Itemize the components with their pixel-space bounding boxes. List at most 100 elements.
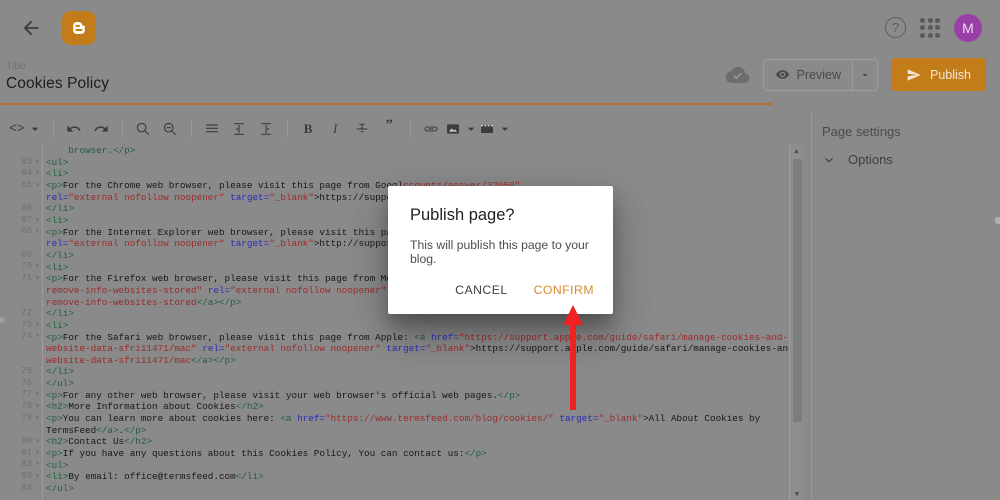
fold-toggle-icon[interactable]: ▾ bbox=[35, 459, 40, 471]
italic-button[interactable]: I bbox=[322, 115, 349, 142]
strikethrough-button[interactable] bbox=[349, 115, 376, 142]
fold-toggle-icon[interactable]: ▾ bbox=[35, 389, 40, 401]
line-number: 78 ▾ bbox=[21, 401, 40, 413]
line-number: 82 ▾ bbox=[21, 459, 40, 471]
dialog-message: This will publish this page to your blog… bbox=[410, 238, 589, 266]
dialog-actions: CANCEL CONFIRM bbox=[444, 274, 605, 306]
blogger-logo[interactable] bbox=[62, 10, 96, 45]
zoom-out-icon bbox=[163, 122, 177, 135]
back-button[interactable] bbox=[14, 11, 48, 45]
zoom-in-icon bbox=[136, 122, 150, 135]
fold-toggle-icon[interactable]: ▾ bbox=[35, 180, 40, 192]
image-icon bbox=[446, 123, 459, 134]
strikethrough-icon bbox=[356, 123, 368, 132]
cancel-button[interactable]: CANCEL bbox=[444, 274, 518, 306]
line-number bbox=[0, 192, 42, 204]
fold-toggle-icon[interactable]: ▾ bbox=[35, 401, 40, 413]
line-number: 73 ▾ bbox=[21, 319, 40, 332]
line-number: 64 ▾ bbox=[21, 168, 40, 180]
sidebar-resize-handle[interactable] bbox=[995, 217, 1000, 224]
line-number bbox=[0, 285, 42, 297]
fold-toggle-icon[interactable]: ▾ bbox=[35, 471, 40, 483]
title-label: Title bbox=[6, 60, 26, 72]
fold-toggle-icon[interactable]: ▾ bbox=[35, 261, 40, 273]
page-settings-sidebar: Page settings Options bbox=[811, 114, 1000, 500]
code-line: <li> bbox=[46, 168, 69, 180]
preview-button[interactable]: Preview bbox=[764, 60, 852, 90]
line-number: 68 ▾ bbox=[21, 226, 40, 238]
line-number: 84 bbox=[21, 482, 32, 493]
link-icon bbox=[424, 125, 438, 132]
page-settings-title: Page settings bbox=[822, 124, 901, 139]
fold-toggle-icon[interactable]: ▾ bbox=[35, 436, 40, 448]
fold-toggle-icon[interactable]: ▾ bbox=[35, 320, 40, 332]
fold-toggle-icon[interactable]: ▾ bbox=[35, 168, 40, 180]
video-button[interactable] bbox=[479, 115, 513, 142]
code-line: <ul> bbox=[46, 459, 69, 471]
fold-toggle-icon[interactable]: ▾ bbox=[35, 273, 40, 285]
chevron-down-icon bbox=[467, 127, 474, 131]
undo-icon bbox=[67, 125, 81, 132]
scrollbar-thumb[interactable] bbox=[793, 159, 802, 422]
align-button[interactable] bbox=[199, 115, 226, 142]
editor-vertical-scrollbar[interactable]: ▲ ▼ bbox=[789, 145, 803, 500]
code-line: <p>For any other web browser, please vis… bbox=[46, 389, 521, 401]
indent-increase-button[interactable] bbox=[253, 115, 280, 142]
indent-left-icon bbox=[234, 122, 244, 135]
publish-button[interactable]: Publish bbox=[891, 58, 986, 91]
quote-button[interactable]: ” bbox=[376, 115, 403, 142]
chevron-down-icon bbox=[862, 73, 868, 76]
scroll-up-arrow[interactable]: ▲ bbox=[790, 145, 803, 157]
send-icon bbox=[907, 68, 921, 81]
code-line: website-data-sfri11471/mac</a></p> bbox=[46, 354, 236, 366]
fold-toggle-icon[interactable]: ▾ bbox=[35, 448, 40, 460]
title-input[interactable]: Cookies Policy bbox=[6, 75, 109, 93]
apps-grid-icon[interactable] bbox=[920, 17, 940, 38]
fold-toggle-icon[interactable]: ▾ bbox=[35, 331, 40, 343]
code-line: <li>By email: office@termsfeed.com</li> bbox=[46, 471, 264, 483]
indent-decrease-button[interactable] bbox=[226, 115, 253, 142]
redo-button[interactable] bbox=[88, 115, 115, 142]
html-view-button[interactable]: <> bbox=[6, 115, 46, 142]
zoom-out-button[interactable] bbox=[157, 115, 184, 142]
line-number bbox=[0, 238, 42, 250]
video-icon bbox=[480, 124, 493, 133]
code-line: </ul> bbox=[46, 378, 74, 390]
toolbar-divider bbox=[409, 120, 411, 137]
avatar[interactable]: M bbox=[954, 13, 982, 42]
code-line: TermsFeed</a>.</p> bbox=[46, 424, 147, 436]
line-number bbox=[0, 296, 42, 308]
preview-button-group[interactable]: Preview bbox=[762, 58, 878, 91]
confirm-button[interactable]: CONFIRM bbox=[523, 274, 605, 306]
line-number bbox=[0, 145, 42, 157]
top-bar: ? M bbox=[0, 0, 1000, 55]
chevron-down-icon bbox=[825, 157, 833, 163]
fold-toggle-icon[interactable]: ▾ bbox=[35, 157, 40, 169]
line-number: 65 ▾ bbox=[21, 179, 40, 192]
toolbar-divider bbox=[190, 120, 192, 137]
help-icon[interactable]: ? bbox=[885, 17, 906, 38]
line-number: 70 ▾ bbox=[21, 261, 40, 273]
publish-label: Publish bbox=[930, 67, 971, 82]
line-number: 75 bbox=[21, 366, 32, 377]
fold-toggle-icon[interactable]: ▾ bbox=[35, 226, 40, 238]
preview-dropdown-button[interactable] bbox=[852, 59, 877, 90]
line-number: 63 ▾ bbox=[21, 156, 40, 169]
toolbar-divider bbox=[286, 120, 288, 137]
code-line: </li> bbox=[46, 366, 74, 378]
sidebar-item-options[interactable]: Options bbox=[812, 139, 1000, 167]
fold-toggle-icon[interactable]: ▾ bbox=[35, 413, 40, 425]
scroll-down-arrow[interactable]: ▼ bbox=[790, 488, 804, 500]
line-number bbox=[0, 343, 42, 355]
link-button[interactable] bbox=[418, 115, 445, 142]
image-button[interactable] bbox=[445, 115, 479, 142]
line-number: 79 ▾ bbox=[21, 412, 40, 425]
zoom-in-button[interactable] bbox=[130, 115, 157, 142]
line-number: 81 ▾ bbox=[21, 447, 40, 460]
fold-toggle-icon[interactable]: ▾ bbox=[35, 215, 40, 227]
code-line: <p>For the Safari web browser, please vi… bbox=[46, 331, 789, 343]
line-number: 77 ▾ bbox=[21, 389, 40, 401]
preview-label: Preview bbox=[796, 67, 841, 82]
bold-button[interactable]: B bbox=[295, 115, 322, 142]
undo-button[interactable] bbox=[61, 115, 88, 142]
